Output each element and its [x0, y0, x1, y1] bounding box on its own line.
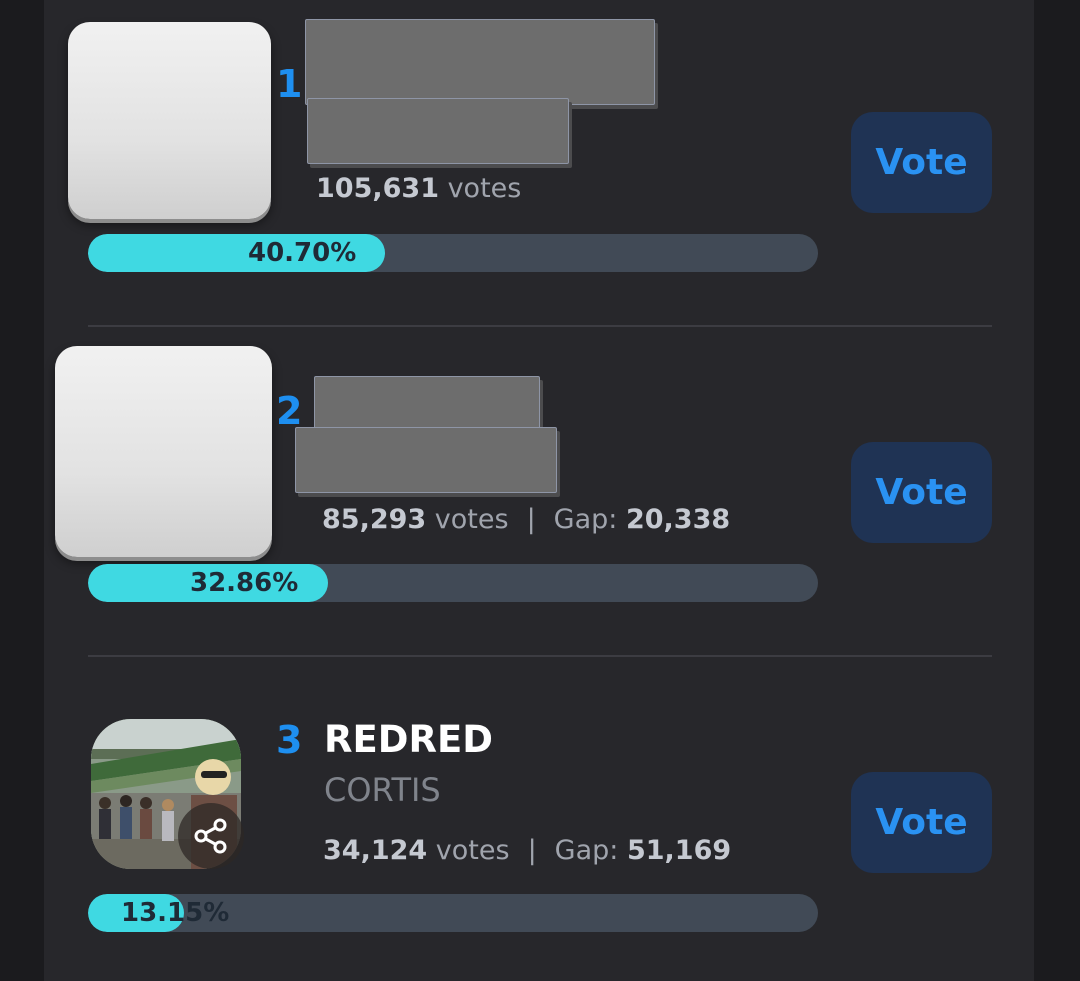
- gap-value: 20,338: [625, 504, 731, 535]
- redacted-title-1: [305, 19, 655, 105]
- artist-name-3: CORTIS: [324, 771, 441, 809]
- separator: |: [526, 504, 536, 535]
- redacted-artist-1: [307, 98, 569, 164]
- percent-label-1: 40.70%: [248, 238, 357, 268]
- vote-count-suffix: votes: [426, 504, 509, 535]
- album-cover-2[interactable]: [55, 346, 272, 557]
- gap-label: Gap:: [553, 504, 626, 535]
- redacted-title-2: [314, 376, 540, 434]
- divider: [88, 655, 992, 657]
- vote-count-3: 34,124 votes | Gap: 51,169: [323, 835, 731, 866]
- progress-bar-3: 13.15%: [88, 894, 818, 932]
- vote-button-1[interactable]: Vote: [851, 112, 992, 213]
- progress-bar-2: 32.86%: [88, 564, 818, 602]
- vote-count-2: 85,293 votes | Gap: 20,338: [322, 504, 730, 535]
- gap-label: Gap:: [554, 835, 627, 866]
- album-cover-1[interactable]: [68, 22, 271, 219]
- progress-bar-1: 40.70%: [88, 234, 818, 272]
- vote-count-suffix: votes: [438, 173, 522, 204]
- vote-count-value: 105,631: [316, 173, 439, 204]
- vote-button-3[interactable]: Vote: [851, 772, 992, 873]
- vote-count-suffix: votes: [427, 835, 510, 866]
- redacted-artist-2: [295, 427, 557, 493]
- vote-count-1: 105,631 votes: [316, 173, 521, 204]
- rank-number-1: 1: [276, 62, 303, 106]
- share-icon: [194, 818, 227, 854]
- divider: [88, 325, 992, 327]
- percent-label-2: 32.86%: [190, 568, 299, 598]
- rank-number-3: 3: [276, 718, 303, 762]
- vote-count-value: 85,293: [322, 504, 427, 535]
- separator: |: [527, 835, 537, 866]
- gap-value: 51,169: [626, 835, 732, 866]
- song-title-3: REDRED: [324, 718, 493, 761]
- vote-count-value: 34,124: [323, 835, 428, 866]
- vote-button-2[interactable]: Vote: [851, 442, 992, 543]
- percent-label-3: 13.15%: [121, 898, 230, 928]
- share-button[interactable]: [178, 803, 244, 869]
